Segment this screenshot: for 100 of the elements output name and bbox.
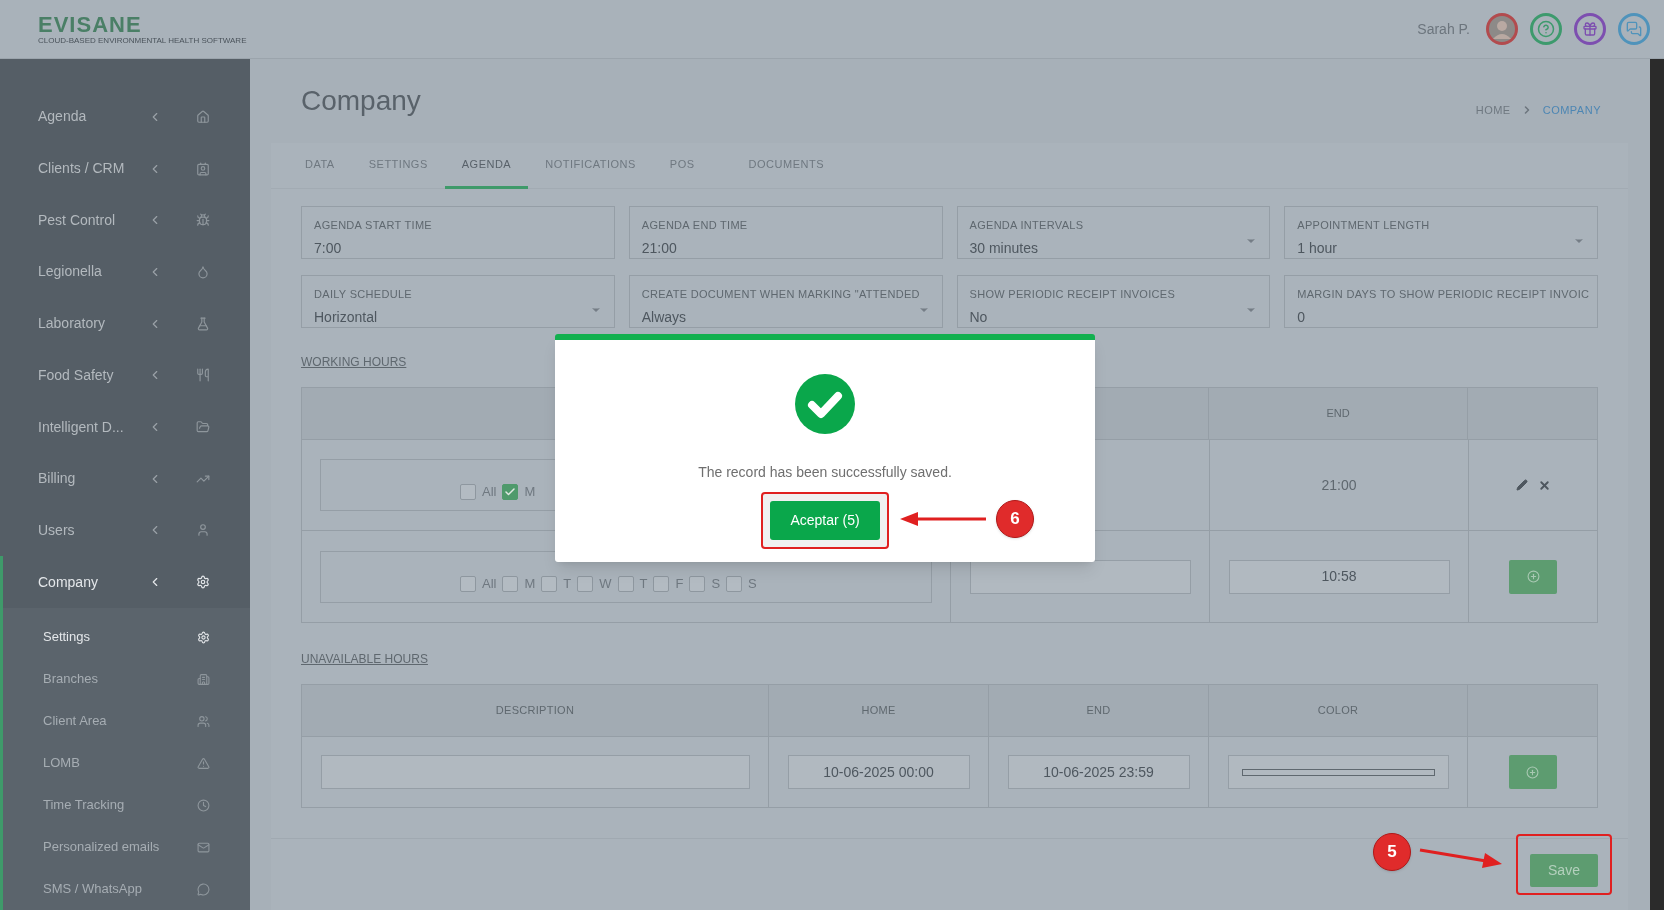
check-icon xyxy=(504,486,517,498)
accept-button[interactable]: Aceptar (5) xyxy=(770,501,880,540)
edit-icon[interactable] xyxy=(1515,479,1528,491)
tab[interactable]: POS xyxy=(652,143,712,189)
id-card-icon xyxy=(196,161,210,176)
checkbox[interactable] xyxy=(541,575,558,592)
column-header: DESCRIPTION xyxy=(495,703,575,719)
mail-icon xyxy=(197,840,210,854)
sidebar-item[interactable]: Clients / CRM xyxy=(0,142,250,195)
color-field[interactable] xyxy=(1227,755,1449,789)
users-icon xyxy=(197,714,210,728)
help-icon xyxy=(1537,20,1555,38)
home-icon xyxy=(196,109,210,124)
sidebar-item[interactable]: Legionella xyxy=(0,246,250,298)
day-label: T xyxy=(639,574,648,593)
day-label: F xyxy=(675,574,684,593)
select-field[interactable]: DAILY SCHEDULE Horizontal xyxy=(301,275,615,328)
arrow-icon xyxy=(900,511,988,527)
checkbox[interactable] xyxy=(726,575,743,592)
submenu-item[interactable]: LOMB xyxy=(3,742,250,785)
select-field[interactable]: SHOW PERIODIC RECEIPT INVOICES No xyxy=(956,275,1271,328)
folder-icon xyxy=(196,420,210,435)
arrow-icon xyxy=(1418,846,1502,870)
help-button[interactable] xyxy=(1530,13,1562,45)
date-field[interactable]: 10-06-2025 23:59 xyxy=(1007,755,1190,789)
column-header: HOME xyxy=(861,703,896,719)
day-label: M xyxy=(524,574,536,593)
checkbox[interactable] xyxy=(460,575,476,592)
submenu-item[interactable]: Settings xyxy=(3,616,250,659)
sidebar-item[interactable]: Agenda xyxy=(0,91,250,143)
day-label: W xyxy=(599,574,612,593)
sidebar-item[interactable]: Intelligent D... xyxy=(0,401,250,453)
checkbox[interactable] xyxy=(502,484,519,500)
column-header: END xyxy=(1086,703,1111,719)
settings-icon xyxy=(197,630,210,644)
breadcrumb-link[interactable]: HOME xyxy=(1475,101,1511,119)
plus-icon xyxy=(1526,570,1540,583)
droplet-icon xyxy=(196,264,210,279)
day-label: All xyxy=(482,483,497,502)
checkbox[interactable] xyxy=(689,575,706,592)
clock-icon xyxy=(197,798,210,812)
select-field[interactable]: AGENDA INTERVALS 30 minutes xyxy=(956,206,1271,259)
submenu-item[interactable]: Time Tracking xyxy=(3,784,250,827)
logo-name: EVISANE xyxy=(38,13,143,36)
input-field[interactable]: AGENDA START TIME 7:00 xyxy=(301,206,615,259)
avatar-icon[interactable] xyxy=(1486,13,1518,45)
time-field[interactable]: 10:58 xyxy=(1228,559,1450,594)
date-field[interactable]: 10-06-2025 00:00 xyxy=(787,755,970,789)
submenu-item[interactable]: Client Area xyxy=(3,700,250,743)
submenu-item[interactable]: Personalized emails xyxy=(3,826,250,869)
tab[interactable]: AGENDA xyxy=(444,143,529,189)
tab[interactable]: SETTINGS xyxy=(351,143,445,189)
checkbox[interactable] xyxy=(460,484,476,500)
sidebar-item[interactable]: Laboratory xyxy=(0,297,250,350)
day-label: T xyxy=(563,574,572,593)
add-button[interactable] xyxy=(1509,559,1557,594)
logo-tagline: CLOUD-BASED ENVIRONMENTAL HEALTH SOFTWARE xyxy=(38,35,247,45)
input-field[interactable]: AGENDA END TIME 21:00 xyxy=(628,206,943,259)
day-label: S xyxy=(748,574,757,593)
chat-button[interactable] xyxy=(1618,13,1650,45)
day-label: All xyxy=(482,574,497,593)
settings-icon xyxy=(196,575,210,590)
section-title: UNAVAILABLE HOURS xyxy=(301,652,428,666)
save-button[interactable]: Save xyxy=(1530,854,1598,887)
select-field[interactable]: APPOINTMENT LENGTH 1 hour xyxy=(1284,206,1598,259)
description-field[interactable] xyxy=(320,755,750,789)
day-label: S xyxy=(711,574,721,593)
input-field[interactable]: MARGIN DAYS TO SHOW PERIODIC RECEIPT INVOIC 0 xyxy=(1284,275,1598,328)
tab[interactable]: DOCUMENTS xyxy=(731,143,841,189)
submenu-item[interactable]: SMS / WhatsApp xyxy=(3,868,250,910)
success-check-icon xyxy=(795,374,855,434)
gift-icon xyxy=(1582,21,1598,37)
tab[interactable]: DATA xyxy=(288,143,352,189)
plus-icon xyxy=(1526,765,1539,779)
bug-icon xyxy=(196,213,210,228)
flask-icon xyxy=(196,316,210,331)
sidebar-item[interactable]: Pest Control xyxy=(0,194,250,247)
submenu-item[interactable]: Branches xyxy=(3,658,250,701)
sidebar-item[interactable]: Food Safety xyxy=(0,349,250,402)
checkbox[interactable] xyxy=(653,575,670,592)
chat-icon xyxy=(197,882,210,896)
warning-icon xyxy=(197,756,210,770)
sidebar-item[interactable]: Billing xyxy=(0,452,250,505)
chat-icon xyxy=(1626,21,1642,37)
column-header: END xyxy=(1326,406,1350,422)
close-icon[interactable] xyxy=(1537,478,1551,492)
user-name: Sarah P. xyxy=(1417,19,1470,39)
time-field[interactable] xyxy=(969,559,1191,594)
sidebar-item[interactable]: Users xyxy=(0,504,250,557)
column-header: COLOR xyxy=(1317,703,1359,719)
add-button[interactable] xyxy=(1508,755,1557,789)
gift-button[interactable] xyxy=(1574,13,1606,45)
checkbox[interactable] xyxy=(617,575,634,592)
page-title: Company xyxy=(301,84,421,118)
checkbox[interactable] xyxy=(502,575,519,592)
checkbox[interactable] xyxy=(577,575,594,592)
select-field[interactable]: CREATE DOCUMENT WHEN MARKING "ATTENDED Always xyxy=(628,275,943,328)
section-title: WORKING HOURS xyxy=(301,355,407,369)
tab[interactable]: NOTIFICATIONS xyxy=(528,143,653,189)
breadcrumb-link[interactable]: COMPANY xyxy=(1542,101,1601,119)
